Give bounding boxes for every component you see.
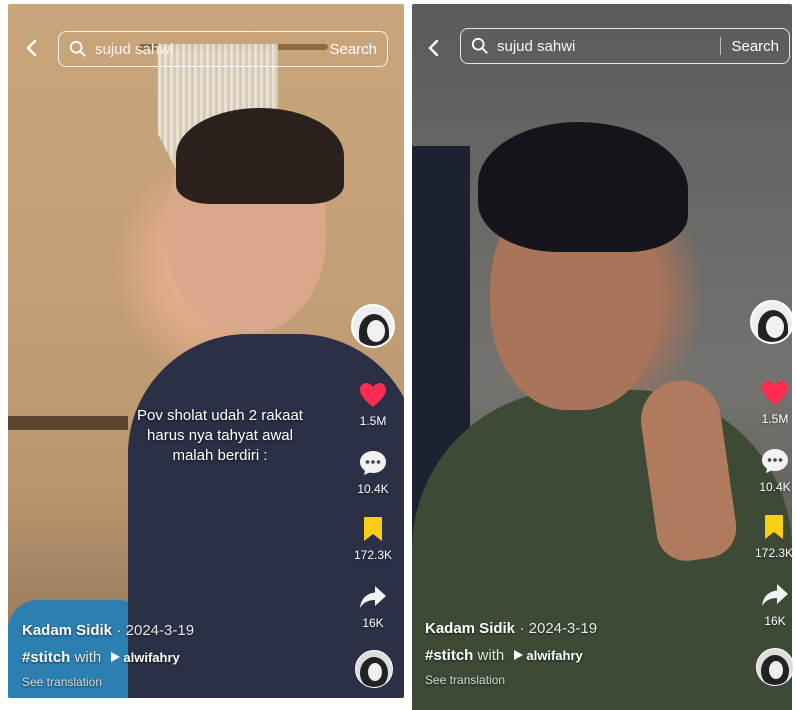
hashtag-link[interactable]: #stitch: [425, 647, 473, 664]
like-count: 1.5M: [761, 412, 789, 426]
share-icon: [762, 584, 788, 606]
search-button[interactable]: Search: [731, 38, 779, 55]
sound-avatar[interactable]: [355, 650, 393, 688]
back-arrow-icon[interactable]: [22, 38, 42, 58]
comment-count: 10.4K: [759, 480, 791, 494]
person-hair: [176, 108, 344, 204]
search-icon: [471, 37, 488, 54]
post-date: · 2024-3-19: [116, 622, 195, 639]
search-bar[interactable]: sujud sahwi Search: [58, 31, 388, 67]
video-info: Kadam Sidik · 2024-3-19 #stitch with alw…: [425, 620, 745, 687]
search-divider: [720, 37, 722, 55]
bookmark-icon: [364, 517, 382, 541]
bookmark-icon: [765, 515, 783, 539]
author-username[interactable]: Kadam Sidik: [22, 622, 112, 639]
search-button[interactable]: Search: [329, 41, 377, 58]
sound-avatar[interactable]: [756, 648, 794, 686]
search-query[interactable]: sujud sahwi: [497, 38, 720, 55]
heart-icon: [360, 383, 386, 407]
hashtag-link[interactable]: #stitch: [22, 649, 70, 666]
person-hair: [478, 122, 688, 252]
comment-icon: [762, 449, 788, 473]
see-translation-link[interactable]: See translation: [22, 675, 342, 689]
like-count: 1.5M: [359, 414, 387, 428]
search-icon: [69, 40, 86, 57]
with-label: with: [477, 647, 505, 664]
stitch-partner-link[interactable]: alwifahry: [123, 650, 179, 665]
see-translation-link[interactable]: See translation: [425, 673, 745, 687]
creator-avatar[interactable]: [750, 300, 794, 344]
video-info: Kadam Sidik · 2024-3-19 #stitch with alw…: [22, 622, 342, 689]
creator-avatar[interactable]: [351, 304, 395, 348]
author-username[interactable]: Kadam Sidik: [425, 620, 515, 637]
save-count: 172.3K: [754, 546, 794, 560]
share-action[interactable]: 16K: [352, 582, 394, 630]
play-icon: [111, 652, 121, 662]
share-icon: [360, 586, 386, 608]
play-icon: [514, 650, 524, 660]
comment-count: 10.4K: [357, 482, 389, 496]
caption-line: Pov sholat udah 2 rakaat: [137, 407, 303, 424]
search-bar[interactable]: sujud sahwi Search: [460, 28, 790, 64]
comment-action[interactable]: 10.4K: [352, 448, 394, 496]
search-query[interactable]: sujud sahwi: [95, 41, 329, 58]
comment-icon: [360, 451, 386, 475]
with-label: with: [74, 649, 102, 666]
like-action[interactable]: 1.5M: [352, 380, 394, 428]
video-screen-left[interactable]: [8, 4, 404, 698]
save-action[interactable]: 172.3K: [347, 514, 399, 562]
back-arrow-icon[interactable]: [424, 38, 444, 58]
share-count: 16K: [362, 616, 384, 630]
post-date: · 2024-3-19: [519, 620, 598, 637]
comment-action[interactable]: 10.4K: [754, 446, 796, 494]
like-action[interactable]: 1.5M: [754, 378, 796, 426]
video-caption: Pov sholat udah 2 rakaat harus nya tahya…: [90, 406, 350, 466]
share-action[interactable]: 16K: [754, 580, 796, 628]
save-action[interactable]: 172.3K: [748, 512, 796, 560]
save-count: 172.3K: [353, 548, 393, 562]
heart-icon: [762, 381, 788, 405]
caption-line: harus nya tahyat awal: [147, 427, 293, 444]
share-count: 16K: [764, 614, 786, 628]
caption-line: malah berdiri :: [172, 447, 268, 464]
stitch-partner-link[interactable]: alwifahry: [526, 648, 582, 663]
